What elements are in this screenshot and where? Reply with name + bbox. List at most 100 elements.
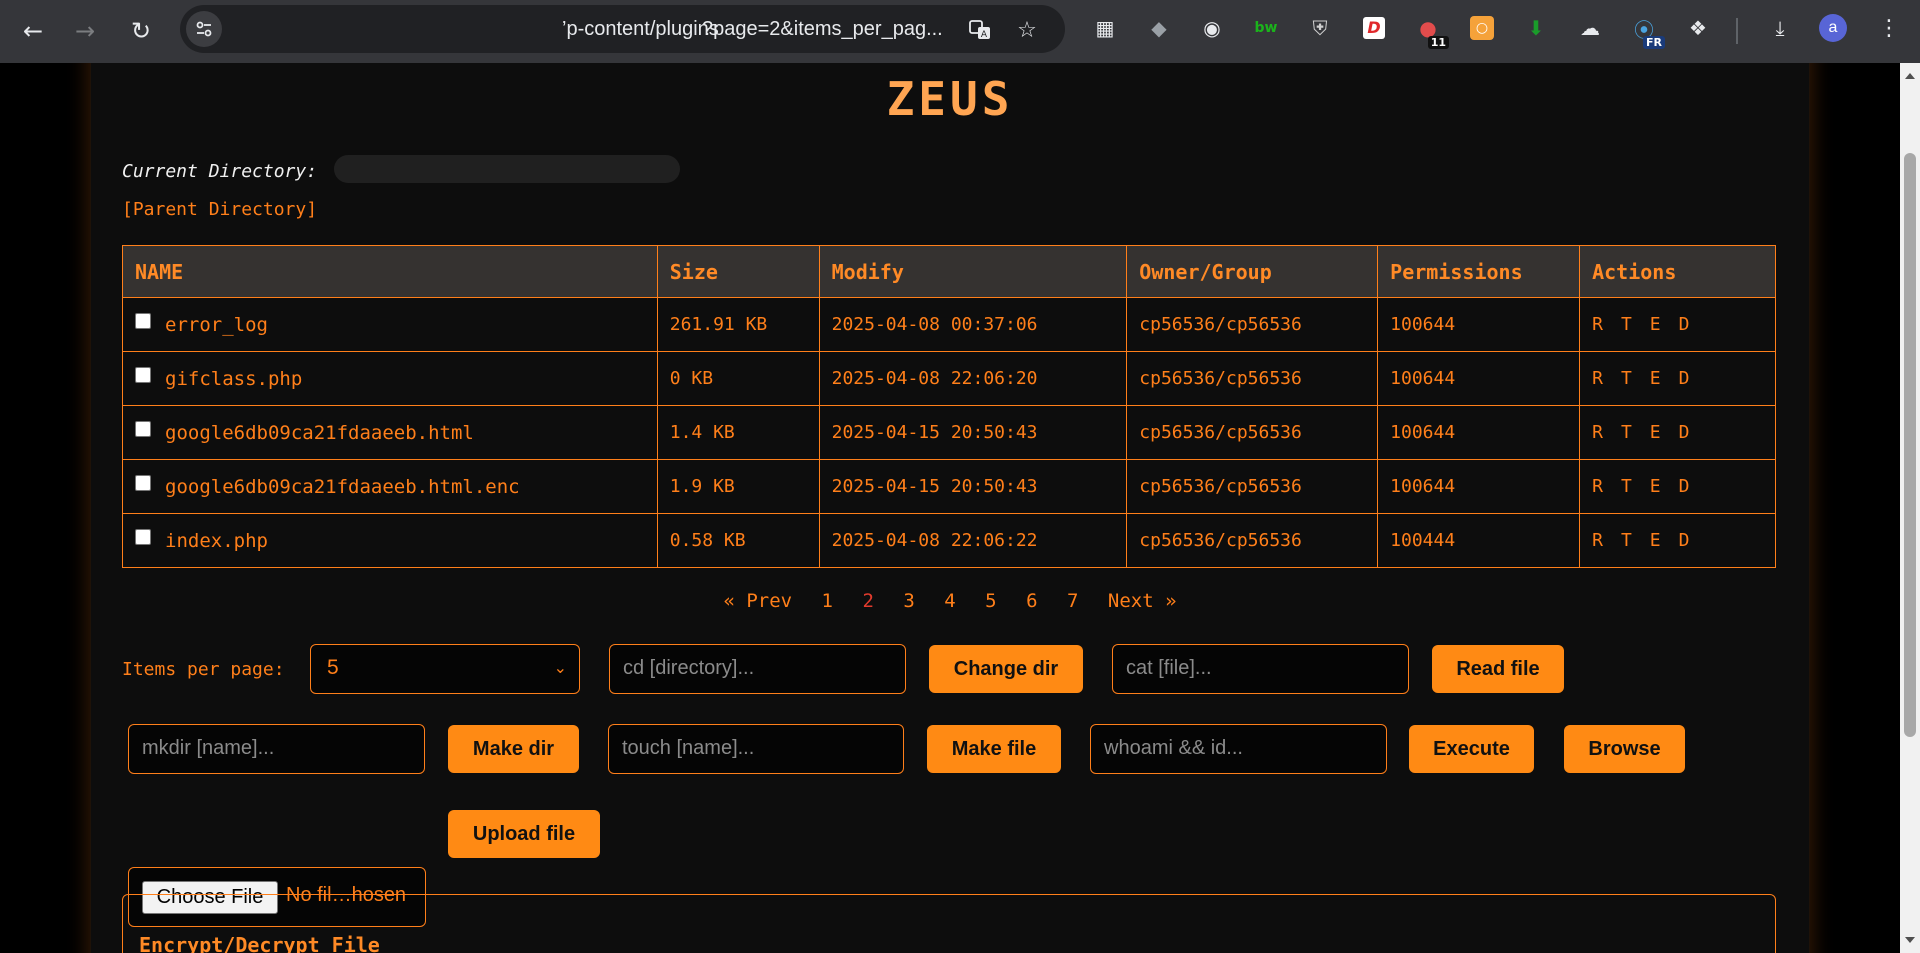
items-per-page-value: 5 xyxy=(327,656,339,679)
page-link-4[interactable]: 4 xyxy=(944,590,955,612)
touch-action[interactable]: T xyxy=(1621,314,1632,335)
file-owner: cp56536/cp56536 xyxy=(1126,459,1379,514)
file-permissions: 100644 xyxy=(1377,405,1581,460)
back-arrow-icon[interactable]: ← xyxy=(14,12,52,50)
notification-extension-icon[interactable]: ● 11 xyxy=(1413,13,1449,49)
cat-file-input[interactable]: cat [file]... xyxy=(1112,644,1409,694)
scroll-up-arrow-icon[interactable] xyxy=(1905,73,1915,79)
edit-action[interactable]: E xyxy=(1650,314,1661,335)
file-name-link[interactable]: index.php xyxy=(165,530,268,552)
file-size: 261.91 KB xyxy=(656,297,820,352)
command-input[interactable]: whoami && id... xyxy=(1090,724,1387,774)
file-size: 1.4 KB xyxy=(656,405,820,460)
parent-directory-link[interactable]: [Parent Directory] xyxy=(122,199,317,220)
translate-globe-icon[interactable]: ⦿ FR xyxy=(1629,13,1665,49)
menu-kebab-icon[interactable]: ⋮ xyxy=(1874,13,1904,43)
make-dir-button[interactable]: Make dir xyxy=(448,725,579,773)
table-row: error_log 261.91 KB 2025-04-08 00:37:06 … xyxy=(122,297,1776,352)
row-checkbox[interactable] xyxy=(135,528,151,545)
mkdir-input[interactable]: mkdir [name]... xyxy=(128,724,425,774)
touch-action[interactable]: T xyxy=(1621,368,1632,389)
file-name-link[interactable]: gifclass.php xyxy=(165,368,302,390)
puzzle-icon[interactable]: ❖ xyxy=(1683,13,1713,43)
read-action[interactable]: R xyxy=(1592,314,1603,335)
read-action[interactable]: R xyxy=(1592,422,1603,443)
edit-action[interactable]: E xyxy=(1650,530,1661,551)
page-scrollbar[interactable] xyxy=(1900,63,1920,953)
download-arrow-icon[interactable]: ⬇ xyxy=(1521,13,1551,43)
wolf-icon[interactable]: ◆ xyxy=(1144,13,1174,43)
bookmark-star-icon[interactable]: ☆ xyxy=(1013,16,1041,44)
qr-code-icon[interactable]: ▦ xyxy=(1090,13,1120,43)
page-link-2-current[interactable]: 2 xyxy=(862,590,873,612)
read-file-button[interactable]: Read file xyxy=(1432,645,1564,693)
delete-action[interactable]: D xyxy=(1679,476,1690,497)
scrollbar-thumb[interactable] xyxy=(1904,153,1916,737)
touch-action[interactable]: T xyxy=(1621,530,1632,551)
box-extension-icon[interactable]: ○ xyxy=(1467,13,1497,43)
browse-button[interactable]: Browse xyxy=(1564,725,1685,773)
builtwith-icon[interactable]: bw xyxy=(1251,13,1281,43)
next-page-link[interactable]: Next » xyxy=(1108,590,1177,612)
delete-action[interactable]: D xyxy=(1679,314,1690,335)
page-link-6[interactable]: 6 xyxy=(1026,590,1037,612)
d-extension-icon[interactable]: D xyxy=(1359,13,1389,43)
page-link-3[interactable]: 3 xyxy=(903,590,914,612)
make-file-button[interactable]: Make file xyxy=(927,725,1061,773)
page-link-5[interactable]: 5 xyxy=(985,590,996,612)
touch-file-input[interactable]: touch [name]... xyxy=(608,724,904,774)
site-info-icon[interactable] xyxy=(186,11,222,47)
table-header-row: NAME Size Modify Owner/Group Permissions… xyxy=(122,245,1776,298)
prev-page-link[interactable]: « Prev xyxy=(723,590,792,612)
items-per-page-select[interactable]: 5 ⌄ xyxy=(310,644,580,694)
delete-action[interactable]: D xyxy=(1679,530,1690,551)
file-name-link[interactable]: google6db09ca21fdaaeeb.html.enc xyxy=(165,476,520,498)
svg-text:A: A xyxy=(981,30,988,40)
row-checkbox[interactable] xyxy=(135,474,151,491)
edit-action[interactable]: E xyxy=(1650,368,1661,389)
page-link-7[interactable]: 7 xyxy=(1067,590,1078,612)
url-query-text: ?page=2&items_per_pag... xyxy=(702,18,943,40)
pagination: « Prev 1 2 3 4 5 6 7 Next » xyxy=(0,590,1900,612)
touch-action[interactable]: T xyxy=(1621,422,1632,443)
scroll-down-arrow-icon[interactable] xyxy=(1905,937,1915,943)
row-checkbox[interactable] xyxy=(135,312,151,329)
touch-action[interactable]: T xyxy=(1621,476,1632,497)
delete-action[interactable]: D xyxy=(1679,422,1690,443)
file-size: 0.58 KB xyxy=(656,513,820,568)
file-name-link[interactable]: error_log xyxy=(165,314,268,336)
encrypt-decrypt-title: Encrypt/Decrypt File xyxy=(139,933,380,953)
file-permissions: 100444 xyxy=(1377,513,1581,568)
download-icon[interactable]: ⤓ xyxy=(1765,13,1795,43)
row-checkbox[interactable] xyxy=(135,366,151,383)
translate-icon[interactable]: A xyxy=(966,16,994,44)
change-dir-button[interactable]: Change dir xyxy=(929,645,1083,693)
header-size: Size xyxy=(656,245,820,298)
file-name-link[interactable]: google6db09ca21fdaaeeb.html xyxy=(165,422,474,444)
forward-arrow-icon[interactable]: → xyxy=(66,12,104,50)
shield-icon[interactable]: ⛨ xyxy=(1305,13,1335,43)
read-action[interactable]: R xyxy=(1592,476,1603,497)
file-permissions: 100644 xyxy=(1377,297,1581,352)
cloud-icon[interactable]: ☁ xyxy=(1575,13,1605,43)
read-action[interactable]: R xyxy=(1592,530,1603,551)
read-action[interactable]: R xyxy=(1592,368,1603,389)
edit-action[interactable]: E xyxy=(1650,422,1661,443)
reload-icon[interactable]: ↻ xyxy=(122,12,160,50)
execute-button[interactable]: Execute xyxy=(1409,725,1534,773)
address-bar[interactable]: ’p-content/plugins ?page=2&items_per_pag… xyxy=(180,5,1065,53)
profile-avatar[interactable]: a xyxy=(1819,14,1847,42)
row-checkbox[interactable] xyxy=(135,420,151,437)
file-table: NAME Size Modify Owner/Group Permissions… xyxy=(122,245,1776,568)
delete-action[interactable]: D xyxy=(1679,368,1690,389)
edit-action[interactable]: E xyxy=(1650,476,1661,497)
upload-file-button[interactable]: Upload file xyxy=(448,810,600,858)
page-link-1[interactable]: 1 xyxy=(822,590,833,612)
table-row: gifclass.php 0 KB 2025-04-08 22:06:20 cp… xyxy=(122,351,1776,406)
robot-icon[interactable]: ◉ xyxy=(1197,13,1227,43)
url-text: ’p-content/plugins xyxy=(562,18,719,40)
file-modified: 2025-04-08 00:37:06 xyxy=(818,297,1128,352)
page-title: ZEUS xyxy=(886,72,1014,126)
file-size: 1.9 KB xyxy=(656,459,820,514)
cd-directory-input[interactable]: cd [directory]... xyxy=(609,644,906,694)
